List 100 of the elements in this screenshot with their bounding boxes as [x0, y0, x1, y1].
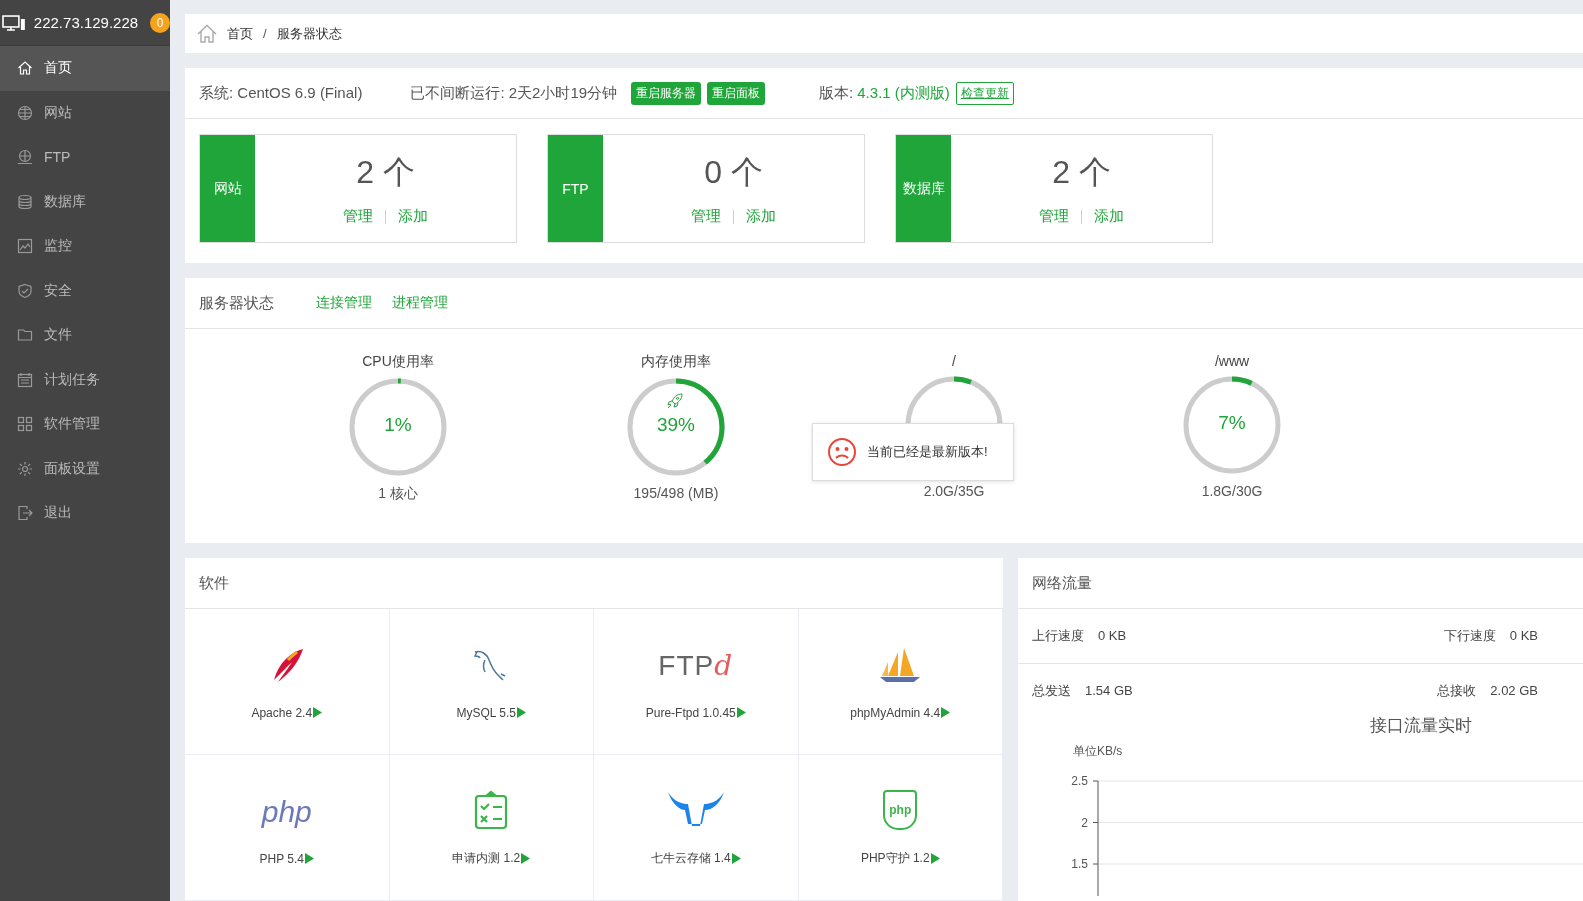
version-label: 版本: — [819, 83, 854, 103]
software-name: 七牛云存储 1.4 — [650, 850, 731, 867]
globe-icon — [17, 149, 33, 166]
traffic-value: 1.54 GB — [1085, 683, 1133, 698]
monitor-icon — [2, 14, 26, 31]
gauge-label: / — [952, 353, 956, 369]
software-tile[interactable]: php PHP 5.4 — [185, 755, 390, 901]
nav-item[interactable]: 计划任务 — [0, 357, 170, 402]
stat-link[interactable]: 管理 — [691, 207, 721, 226]
nav-item[interactable]: 数据库 — [0, 179, 170, 224]
traffic-value: 0 KB — [1098, 628, 1127, 643]
software-tile[interactable]: FTPd Pure-Ftpd 1.0.45 — [594, 609, 799, 755]
gauge-value: 7% — [1217, 412, 1247, 434]
gauge-detail: 1.8G/30G — [1201, 483, 1263, 499]
nav-item[interactable]: 软件管理 — [0, 402, 170, 447]
shield-logo: php — [883, 790, 918, 830]
gauge-detail: 2.0G/35G — [923, 483, 985, 499]
system-info: 系统: CentOS 6.9 (Final) — [199, 83, 363, 103]
check-update-button[interactable]: 检查更新 — [955, 81, 1014, 105]
nav-item[interactable]: 面板设置 — [0, 446, 170, 491]
software-name: Pure-Ftpd 1.0.45 — [645, 705, 736, 720]
gauge-label: CPU使用率 — [362, 353, 434, 371]
stat-count: 2 个 — [356, 153, 415, 192]
calendar-icon — [17, 371, 33, 388]
stat-link[interactable]: 添加 — [746, 207, 776, 226]
nav-item[interactable]: 监控 — [0, 224, 170, 269]
stat-link[interactable]: 添加 — [1094, 207, 1124, 226]
section-title: 软件 — [199, 573, 229, 593]
settings-icon — [17, 460, 33, 477]
status-link[interactable]: 连接管理 — [316, 294, 372, 312]
grid-icon — [17, 416, 33, 433]
software-name: 申请内测 1.2 — [452, 850, 521, 867]
software-name: MySQL 5.5 — [456, 705, 517, 720]
software-tile[interactable]: 七牛云存储 1.4 — [594, 755, 799, 901]
stat-count: 0 个 — [704, 153, 763, 192]
stat-label: 数据库 — [896, 135, 951, 242]
stat-label: 网站 — [200, 135, 255, 242]
folder-icon — [17, 327, 33, 344]
breadcrumb-separator: / — [263, 26, 267, 41]
sad-face-icon — [827, 437, 857, 467]
traffic-value: 2.02 GB — [1490, 683, 1538, 698]
traffic-value: 0 KB — [1509, 628, 1538, 643]
section-title: 服务器状态 — [199, 293, 274, 313]
play-icon — [731, 853, 741, 864]
ftpd-logo: FTPd — [658, 649, 734, 682]
play-icon — [517, 707, 527, 718]
play-icon — [521, 853, 531, 864]
nav-item[interactable]: 网站 — [0, 90, 170, 135]
tick-label: 1.5 — [1071, 857, 1088, 871]
play-icon — [313, 707, 323, 718]
breadcrumb-link[interactable]: 服务器状态 — [276, 24, 342, 43]
status-link[interactable]: 进程管理 — [392, 294, 448, 312]
globe-icon — [17, 104, 33, 121]
gauge-detail: 1 核心 — [378, 485, 418, 503]
software-name: PHP守护 1.2 — [860, 850, 930, 867]
version-number: 4.3.1 (内测版) — [857, 83, 950, 103]
tick-label: 2.5 — [1071, 774, 1088, 788]
nav-item[interactable]: 文件 — [0, 313, 170, 358]
software-tile[interactable]: php PHP守护 1.2 — [798, 755, 1003, 901]
logout-icon — [17, 505, 33, 522]
nav-item[interactable]: 退出 — [0, 491, 170, 536]
stat-link[interactable]: 管理 — [343, 207, 373, 226]
software-tile[interactable]: 申请内测 1.2 — [389, 755, 594, 901]
uptime-text: 已不间断运行: 2天2小时19分钟 — [410, 83, 618, 103]
software-tile[interactable]: phpMyAdmin 4.4 — [798, 609, 1003, 755]
stat-link[interactable]: 管理 — [1039, 207, 1069, 226]
chart-icon — [17, 238, 33, 255]
gauge-value: 39% — [656, 414, 696, 436]
stat-link[interactable]: 添加 — [398, 207, 428, 226]
gauge-detail: 195/498 (MB) — [633, 485, 719, 501]
home-icon — [17, 60, 33, 77]
play-icon — [930, 853, 940, 864]
software-tile[interactable]: MySQL 5.5 — [389, 609, 594, 755]
chart-title: 接口流量实时 — [1368, 715, 1473, 737]
nav-item[interactable]: 安全 — [0, 268, 170, 313]
traffic-label: 总发送 — [1032, 683, 1071, 698]
host-address: 222.73.129.228 — [33, 14, 139, 31]
traffic-label: 上行速度 — [1032, 628, 1084, 643]
software-name: Apache 2.4 — [251, 705, 313, 720]
restart-button[interactable]: 重启面板 — [707, 81, 766, 105]
stat-count: 2 个 — [1052, 153, 1111, 192]
home-icon[interactable] — [197, 24, 217, 43]
breadcrumb-link[interactable]: 首页 — [227, 24, 253, 43]
play-icon — [941, 707, 951, 718]
toast-text: 当前已经是最新版本! — [867, 443, 988, 461]
software-name: PHP 5.4 — [259, 851, 304, 866]
play-icon — [305, 853, 314, 864]
section-title: 网络流量 — [1032, 573, 1092, 593]
play-icon — [736, 707, 746, 718]
nav-item[interactable]: 首页 — [0, 46, 170, 91]
software-tile[interactable]: Apache 2.4 — [185, 609, 390, 755]
database-icon — [17, 193, 33, 210]
restart-button[interactable]: 重启服务器 — [631, 81, 702, 105]
traffic-label: 总接收 — [1437, 683, 1477, 698]
gauge-label: 内存使用率 — [641, 353, 711, 371]
shield-icon — [17, 282, 33, 299]
nav-item[interactable]: FTP — [0, 135, 170, 180]
php-logo: php — [261, 794, 312, 829]
clipboard-icon — [474, 790, 509, 830]
gauge-label: /www — [1214, 353, 1250, 369]
